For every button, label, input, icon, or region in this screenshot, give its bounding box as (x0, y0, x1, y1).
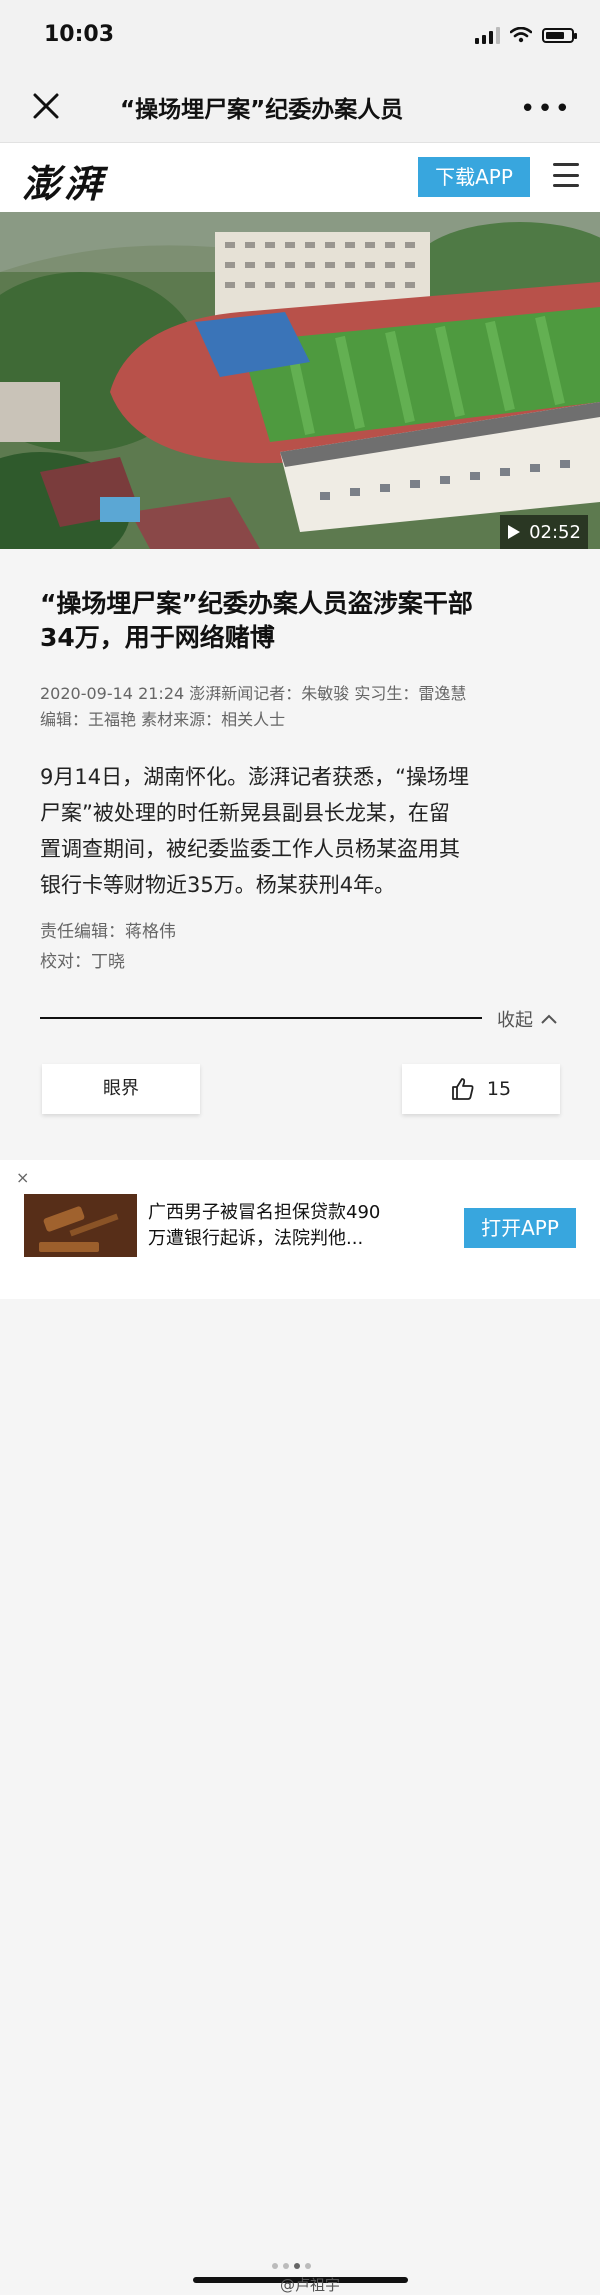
thumbs-up-icon (452, 1078, 474, 1100)
gavel-image (24, 1194, 137, 1257)
like-button[interactable]: 15 (402, 1064, 560, 1114)
status-bar: 10:03 (0, 0, 600, 72)
article-body: 9月14日，湖南怀化。澎湃记者获悉，“操场埋 尸案”被处理的时任新晃县副县长龙某… (40, 759, 565, 903)
nav-title: “操场埋尸案”纪委办案人员 (120, 97, 404, 123)
aerial-photo (0, 212, 600, 549)
chevron-up-icon (541, 1014, 557, 1024)
video-duration-text: 02:52 (529, 521, 581, 543)
divider (40, 1017, 482, 1019)
watermark: @卢祖宇 (280, 2276, 341, 2294)
collapse-button[interactable]: 收起 (497, 1006, 557, 1032)
play-icon (508, 525, 521, 539)
nav-bar: “操场埋尸案”纪委办案人员 ••• (0, 72, 600, 143)
page-dots (272, 2263, 311, 2269)
banner-title: 广西男子被冒名担保贷款490 万遭银行起诉，法院判他... (148, 1200, 428, 1252)
like-count: 15 (486, 1078, 512, 1100)
headline-line-2: 34万，用于网络赌博 (40, 623, 275, 652)
download-app-button[interactable]: 下载APP (418, 157, 530, 197)
collapse-label: 收起 (497, 1010, 533, 1031)
video-thumbnail[interactable]: 02:52 (0, 212, 600, 549)
article: “操场埋尸案”纪委办案人员盗涉案干部 34万，用于网络赌博 2020-09-14… (0, 549, 600, 1160)
banner-title-line-2: 万遭银行起诉，法院判他... (148, 1228, 364, 1249)
more-icon[interactable]: ••• (520, 94, 572, 124)
site-logo[interactable]: 澎湃 (22, 153, 106, 208)
body-line-4: 银行卡等财物近35万。杨某获刑4年。 (40, 873, 396, 897)
banner-title-line-1: 广西男子被冒名担保贷款490 (148, 1202, 381, 1223)
status-icons (475, 26, 577, 44)
responsible-editor: 责任编辑：蒋格伟 (40, 922, 176, 942)
signal-icon (475, 26, 500, 44)
body-line-2: 尸案”被处理的时任新晃县副县长龙某，在留 (40, 801, 450, 825)
wifi-icon (510, 27, 532, 43)
article-meta: 2020-09-14 21:24 澎湃新闻记者：朱敏骏 实习生：雷逸慧 编辑：王… (40, 681, 580, 733)
battery-icon (542, 27, 577, 43)
banner-thumbnail (24, 1194, 137, 1257)
body-line-3: 置调查期间，被纪委监委工作人员杨某盗用其 (40, 837, 460, 861)
close-icon[interactable] (30, 90, 62, 122)
open-app-button[interactable]: 打开APP (464, 1208, 576, 1248)
headline-line-1: “操场埋尸案”纪委办案人员盗涉案干部 (40, 589, 473, 618)
menu-icon[interactable] (553, 163, 579, 187)
banner-close-icon[interactable]: × (16, 1168, 29, 1187)
meta-line-1: 2020-09-14 21:24 澎湃新闻记者：朱敏骏 实习生：雷逸慧 (40, 684, 467, 703)
article-credits: 责任编辑：蒋格伟 校对：丁晓 (40, 917, 176, 977)
video-duration: 02:52 (500, 515, 588, 549)
tag-button[interactable]: 眼界 (42, 1064, 200, 1114)
body-line-1: 9月14日，湖南怀化。澎湃记者获悉，“操场埋 (40, 765, 469, 789)
article-headline: “操场埋尸案”纪委办案人员盗涉案干部 34万，用于网络赌博 (40, 587, 560, 655)
meta-line-2: 编辑：王福艳 素材来源：相关人士 (40, 710, 286, 729)
status-time: 10:03 (44, 22, 115, 47)
proofreader: 校对：丁晓 (40, 952, 125, 972)
related-banner[interactable]: × 广西男子被冒名担保贷款490 万遭银行起诉，法院判他... 打开APP @卢… (0, 1160, 600, 2294)
site-header: 澎湃 下载APP (0, 143, 600, 212)
